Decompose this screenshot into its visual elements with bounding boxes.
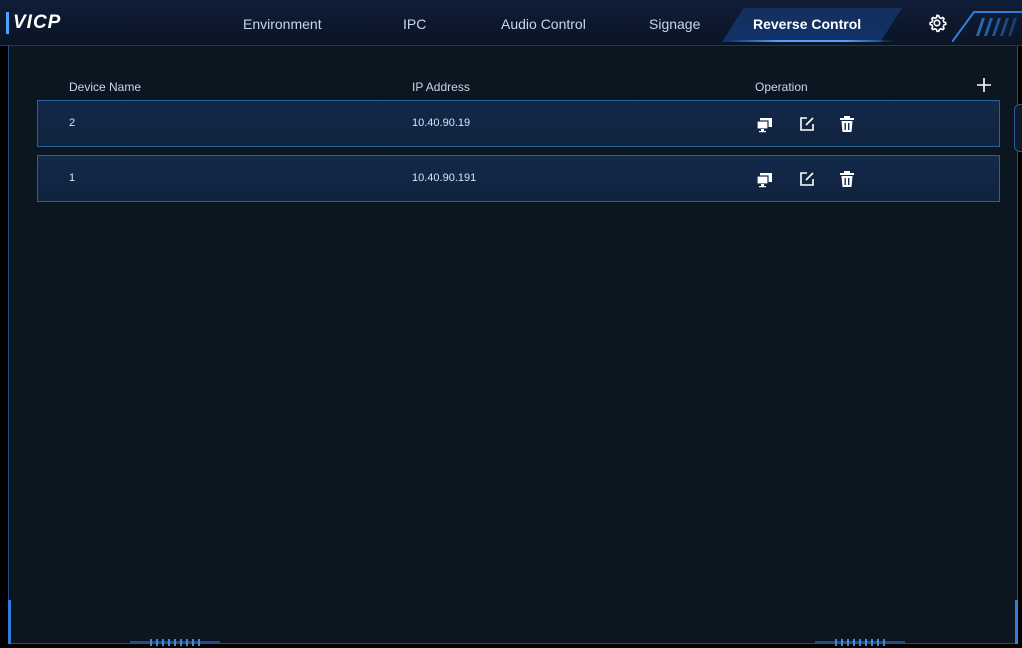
tab-environment[interactable]: Environment	[243, 16, 322, 32]
side-collapse-handle[interactable]	[1014, 104, 1022, 152]
device-name-cell: 2	[69, 117, 76, 129]
edit-icon[interactable]	[798, 170, 816, 188]
column-header-device-name: Device Name	[69, 80, 142, 94]
ip-address-cell: 10.40.90.191	[412, 172, 477, 184]
active-tab-underline	[728, 40, 894, 42]
delete-icon[interactable]	[838, 170, 856, 188]
tab-ipc[interactable]: IPC	[403, 16, 426, 32]
bottom-decoration	[130, 639, 220, 646]
bottom-decoration	[815, 639, 905, 646]
delete-icon[interactable]	[838, 115, 856, 133]
tab-audio-control[interactable]: Audio Control	[501, 16, 586, 32]
table-row[interactable]: 2 10.40.90.19	[37, 100, 1000, 147]
edit-icon[interactable]	[798, 115, 816, 133]
column-header-operation: Operation	[755, 80, 808, 94]
table-row[interactable]: 1 10.40.90.191	[37, 155, 1000, 202]
brand-logo: VICP	[13, 12, 62, 33]
tab-signage[interactable]: Signage	[649, 16, 700, 32]
ip-address-cell: 10.40.90.19	[412, 117, 471, 129]
remote-control-icon[interactable]	[756, 115, 774, 133]
brand-accent-bar	[6, 12, 9, 34]
top-nav-bar: VICP Environment IPC Audio Control Signa…	[0, 0, 1022, 46]
remote-control-icon[interactable]	[756, 170, 774, 188]
column-header-ip-address: IP Address	[412, 80, 470, 94]
frame-corner-decoration	[8, 600, 11, 644]
gear-icon[interactable]	[926, 12, 948, 34]
tab-reverse-control[interactable]: Reverse Control	[753, 16, 861, 32]
corner-decoration	[952, 11, 1022, 42]
frame-corner-decoration	[1015, 600, 1018, 644]
plus-icon[interactable]	[975, 76, 993, 94]
device-name-cell: 1	[69, 172, 76, 184]
